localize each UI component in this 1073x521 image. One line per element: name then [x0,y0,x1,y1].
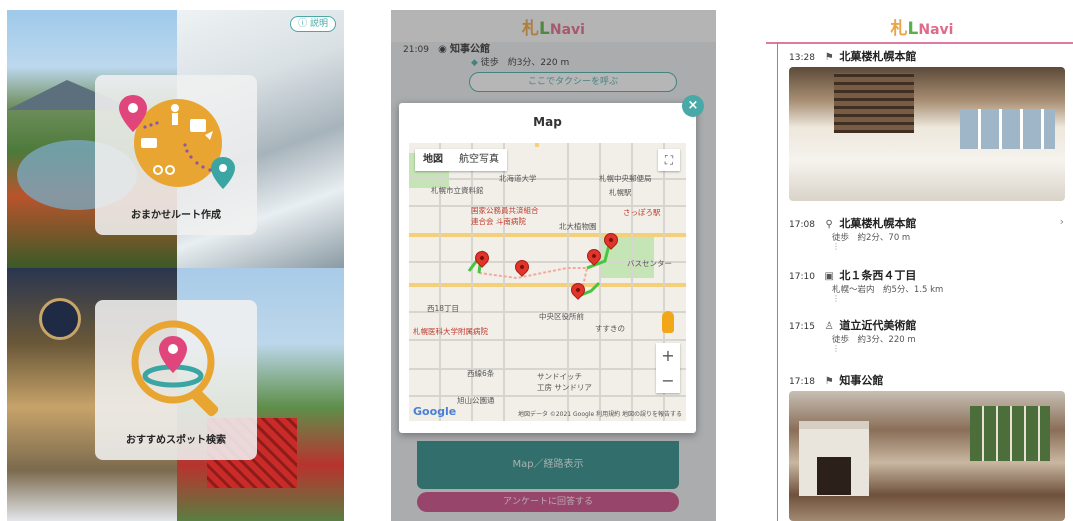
window [970,406,1050,461]
map-label: 札幌駅 [609,188,632,197]
dots-icon: ⋮ [832,242,840,251]
map-label: 北海道大学 [499,174,537,183]
zoom-control: + − [656,343,680,393]
map-label: 札幌医科大学附属病院 [413,327,488,336]
chevron-right-icon[interactable]: › [1060,215,1064,228]
itinerary-screen: 札LNavi 13:28 ⚑ 北菓楼札幌本館 17:08 ⚲ 北菓楼札幌本館 ›… [766,10,1073,521]
map-label: 北大植物園 [559,222,597,231]
map-label: 国家公務員共済組合 連合会 斗南病院 [471,206,539,226]
auto-route-card[interactable]: おまかせルート作成 [95,75,257,235]
help-button[interactable]: ⓘ 説明 [290,16,336,32]
spot-photo [789,67,1065,201]
app-logo: 札LNavi [890,19,954,39]
window [960,109,1055,149]
map-label: さっぽろ駅 [623,208,661,217]
spot-search-label: おすすめスポット検索 [126,435,226,446]
entry-sub: 札幌〜岩内 約5分、1.5 km [832,285,944,295]
map-label: すすきの [595,324,625,333]
map-type-tabs: 地図 航空写真 [415,149,507,171]
timeline-entry[interactable]: 17:15 ♙ 道立近代美術館 [789,317,916,333]
pin-icon: ⚲ [825,219,833,230]
spot-search-card[interactable]: おすすめスポット検索 [95,300,257,460]
timeline-entry[interactable]: 13:28 ⚑ 北菓楼札幌本館 [789,48,916,64]
app-header: 札LNavi [766,10,1073,42]
modal-title: Map [533,115,562,129]
map-view[interactable]: 札幌市立資料館 国家公務員共済組合 連合会 斗南病院 さっぽろ駅 北大植物園 札… [409,143,686,421]
tab-map[interactable]: 地図 [415,149,451,171]
pegman-icon[interactable] [662,311,674,333]
map-label: バスセンター [627,259,672,268]
route-icon [119,95,235,189]
fireplace [799,421,869,496]
entry-sub: 徒歩 約2分、70 m [832,233,911,243]
clock-face [39,298,81,340]
map-modal: Map × 札幌市立資料館 国家公務員共済組合 連合会 斗南病院 さっぽろ駅 北… [399,95,704,433]
walk-icon: ♙ [824,321,834,332]
flag-icon: ⚑ [824,52,834,63]
map-label: 中央区役所前 [539,312,584,321]
zoom-out-button[interactable]: − [656,368,680,393]
timeline-line [777,42,778,521]
map-modal-screen: 札LNavi 21:09 ◉ 知事公館 ◆ 徒歩 約3分、220 m ここでタク… [391,10,716,521]
header-divider [766,42,1073,44]
zoom-in-button[interactable]: + [656,343,680,368]
map-label: 西18丁目 [427,304,460,313]
google-logo: Google [413,405,457,418]
flag-icon: ⚑ [824,376,834,387]
dots-icon: ⋮ [832,294,840,303]
timeline-entry[interactable]: 17:10 ▣ 北１条西４丁目 [789,267,916,283]
map-label: 旭山公園通 [457,396,495,405]
tab-satellite[interactable]: 航空写真 [451,149,507,171]
dots-icon: ⋮ [832,344,840,353]
map-label: 札幌市立資料館 [431,186,484,195]
bookshelf [834,73,914,133]
map-attribution[interactable]: 地図データ ©2021 Google 利用規約 地図の誤りを報告する [518,409,682,418]
entry-sub: 徒歩 約3分、220 m [832,335,916,345]
map-label: サンドイッチ 工房 サンドリア [537,372,592,392]
timeline-entry[interactable]: 17:18 ⚑ 知事公館 [789,372,883,388]
home-screen: ⓘ 説明 おまかせルート作成 おすすめスポット検索 [7,10,344,521]
bus-icon: ▣ [824,271,834,282]
map-label: 西線6条 [467,369,495,378]
map-label: 札幌中央郵便局 [599,174,652,183]
fullscreen-icon[interactable]: ⛶ [658,149,680,171]
auto-route-label: おまかせルート作成 [131,210,221,221]
close-icon[interactable]: × [682,95,704,117]
timeline-entry[interactable]: 17:08 ⚲ 北菓楼札幌本館 [789,215,916,231]
spot-photo [789,391,1065,521]
spot-search-icon [131,320,219,417]
